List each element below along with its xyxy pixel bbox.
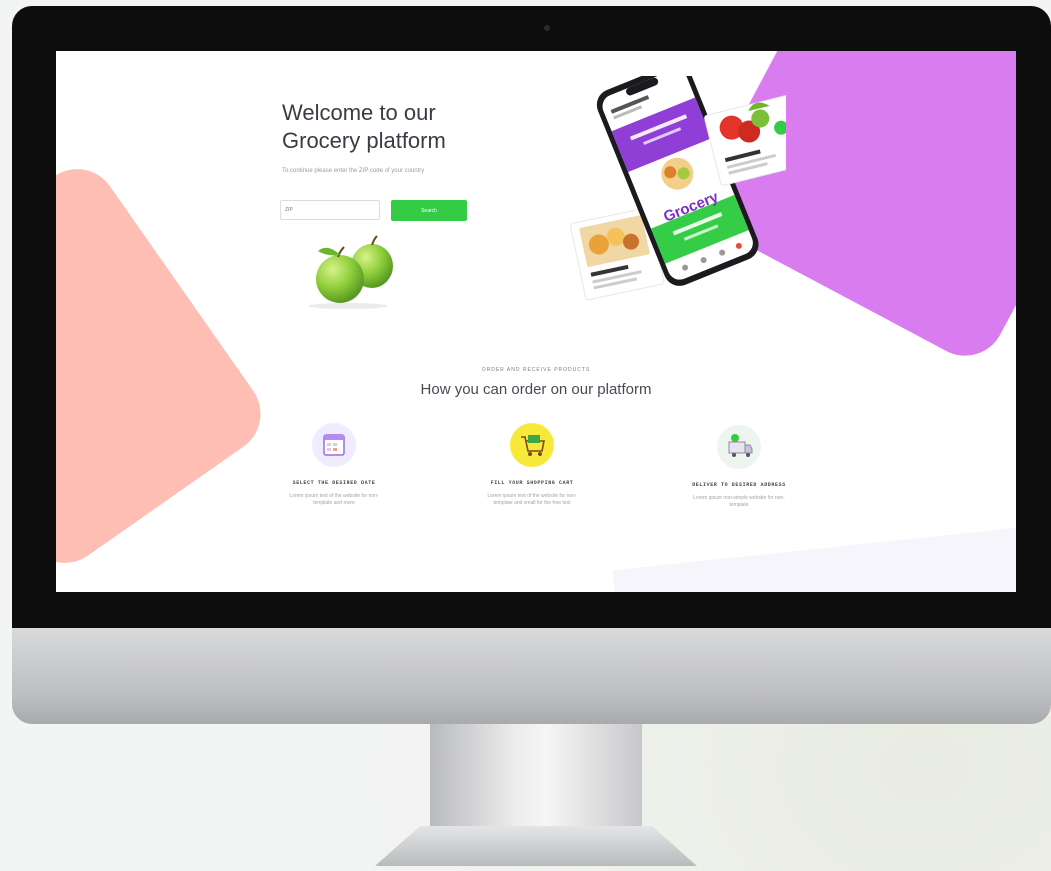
section-title: How you can order on our platform	[420, 381, 652, 398]
monitor-chin	[12, 628, 1051, 724]
section-label: ORDER AND RECEIVE PRODUCTS	[481, 367, 591, 373]
step-fill-cart: FILL YOUR SHOPPING CART Lorem ipsum text…	[462, 423, 602, 507]
step-title: FILL YOUR SHOPPING CART	[490, 480, 574, 486]
green-apples-image	[308, 235, 393, 309]
hero-title-line1: Welcome to our	[282, 100, 436, 125]
bottom-decor-shape	[612, 522, 1016, 592]
zip-input[interactable]	[280, 200, 380, 220]
hero-title: Welcome to our Grocery platform	[282, 99, 532, 155]
calendar-icon	[312, 423, 356, 467]
step-deliver-address: DELIVER TO DESIRED ADDRESS Lorem ipsum n…	[669, 425, 809, 509]
step-title: DELIVER TO DESIRED ADDRESS	[692, 482, 786, 488]
hero-title-line2: Grocery platform	[282, 128, 446, 153]
phone-mockup: Grocery	[570, 76, 786, 301]
shopping-cart-icon	[510, 423, 554, 467]
monitor-stand-base	[375, 826, 697, 866]
step-description: Lorem ipsum text of the website for non-…	[487, 493, 577, 506]
search-button[interactable]: Search	[391, 200, 467, 221]
step-title: SELECT THE DESIRED DATE	[292, 480, 376, 486]
monitor-stand-neck	[430, 724, 642, 832]
step-select-date: SELECT THE DESIRED DATE Lorem ipsum text…	[264, 423, 404, 507]
delivery-truck-icon	[717, 425, 761, 469]
pink-decor-shape	[56, 153, 277, 579]
camera-dot	[544, 25, 550, 31]
screen: Welcome to our Grocery platform To conti…	[56, 51, 1016, 592]
hero-subtitle: To continue please enter the ZIP code of…	[282, 168, 425, 174]
step-description: Lorem ipsum text of the website for non-…	[289, 493, 379, 506]
step-description: Lorem ipsum non-simple website for non-t…	[693, 495, 785, 508]
